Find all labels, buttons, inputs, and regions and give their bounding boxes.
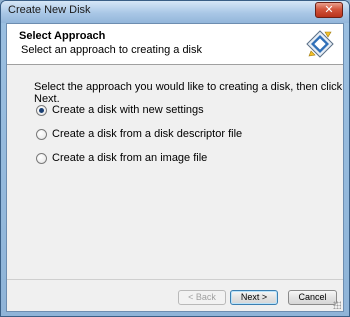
back-button[interactable]: < Back bbox=[178, 290, 226, 305]
header-subtitle: Select an approach to creating a disk bbox=[21, 44, 203, 56]
option-descriptor-file-label: Create a disk from a disk descriptor fil… bbox=[52, 128, 243, 140]
disk-wizard-icon bbox=[306, 30, 334, 58]
wizard-window: Create New Disk ✕ Select Approach Select… bbox=[0, 0, 350, 317]
wizard-header: Select Approach Select an approach to cr… bbox=[7, 24, 343, 65]
footer-separator bbox=[7, 279, 343, 280]
option-descriptor-file[interactable]: Create a disk from a disk descriptor fil… bbox=[36, 126, 242, 142]
radio-image-file[interactable] bbox=[36, 152, 47, 164]
radio-new-settings[interactable] bbox=[36, 104, 47, 116]
close-button[interactable]: ✕ bbox=[315, 2, 343, 18]
option-new-settings[interactable]: Create a disk with new settings bbox=[36, 102, 204, 118]
close-icon: ✕ bbox=[324, 3, 334, 16]
cancel-button[interactable]: Cancel bbox=[288, 290, 337, 305]
radio-descriptor-file[interactable] bbox=[36, 128, 47, 140]
option-image-file[interactable]: Create a disk from an image file bbox=[36, 150, 207, 166]
resize-grip[interactable] bbox=[333, 301, 341, 309]
option-image-file-label: Create a disk from an image file bbox=[52, 152, 208, 164]
dialog-client-area: Select Approach Select an approach to cr… bbox=[6, 23, 344, 312]
header-title: Select Approach bbox=[19, 30, 106, 42]
title-bar[interactable]: Create New Disk ✕ bbox=[1, 1, 349, 23]
next-button[interactable]: Next > bbox=[230, 290, 278, 305]
option-new-settings-label: Create a disk with new settings bbox=[52, 104, 204, 116]
window-title: Create New Disk bbox=[8, 4, 91, 16]
